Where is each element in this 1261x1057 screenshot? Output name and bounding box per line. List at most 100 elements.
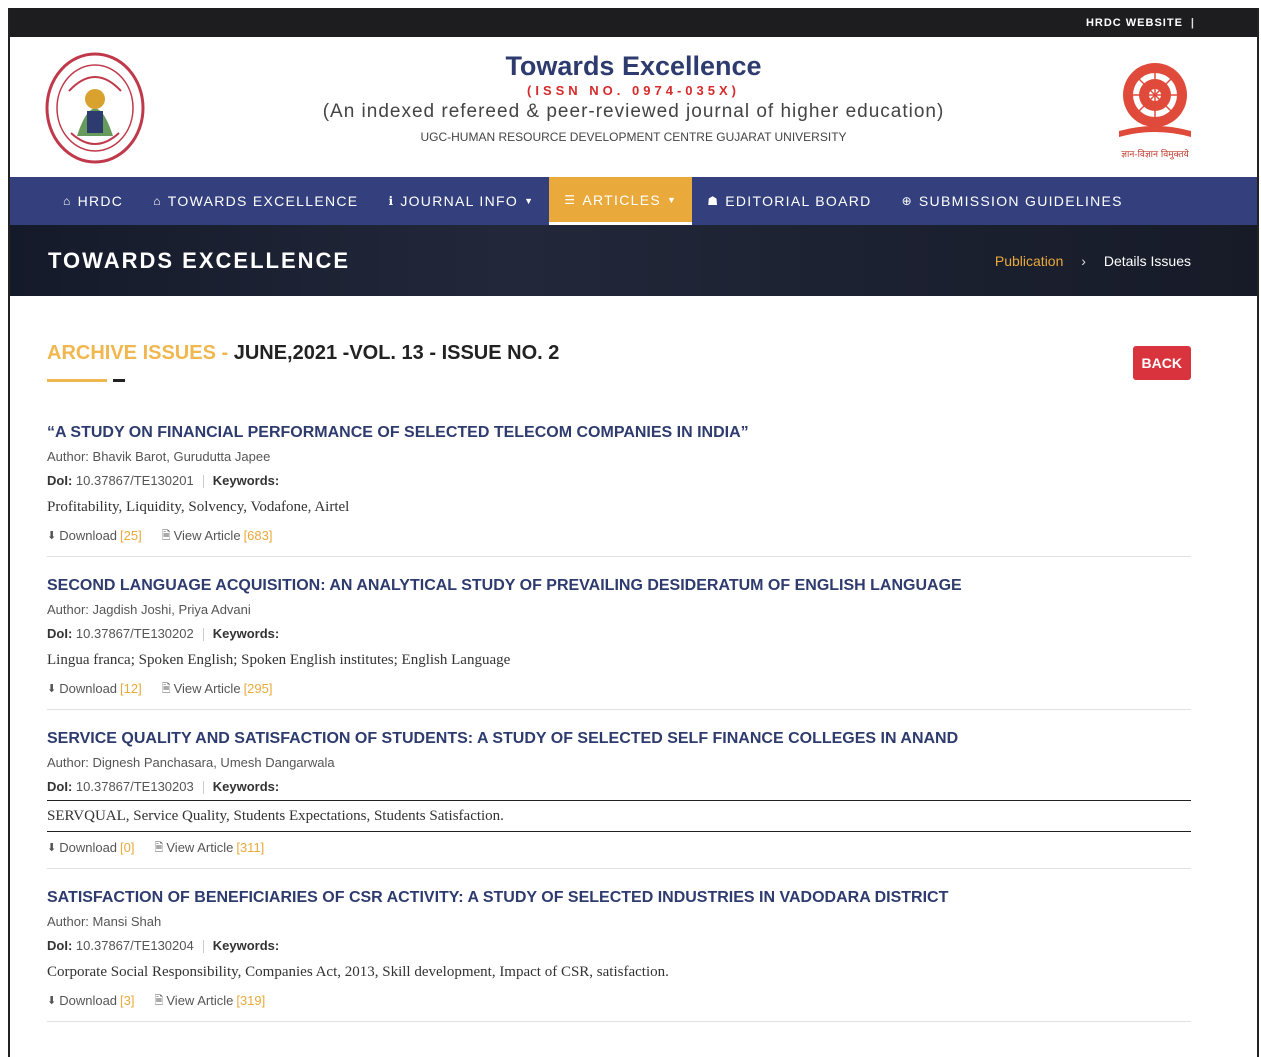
download-count: [3] (120, 993, 135, 1008)
article-author: Author: Jagdish Joshi, Priya Advani (47, 602, 251, 617)
article-doi: DoI: 10.37867/TE130202 Keywords: (47, 623, 1191, 645)
divider (202, 628, 204, 642)
article-doi: DoI: 10.37867/TE130203 Keywords: (47, 776, 1191, 798)
topbar-separator: | (1190, 16, 1195, 29)
download-label: Download (59, 993, 118, 1008)
nav-label: JOURNAL INFO (400, 193, 519, 209)
pdf-file-icon: 🗎 (154, 995, 164, 1007)
ugc-motto: ज्ञान-विज्ञान विमुक्तये (1121, 148, 1189, 160)
article-author: Author: Bhavik Barot, Gurudutta Japee (47, 449, 271, 464)
main-content: ARCHIVE ISSUES - JUNE,2021 -VOL. 13 - IS… (10, 296, 1257, 1022)
ugc-logo[interactable]: ज्ञान-विज्ञान विमुक्तये (1111, 55, 1199, 163)
journal-tagline: (An indexed refereed & peer-reviewed jou… (322, 101, 945, 122)
site-title[interactable]: Towards Excellence (10, 49, 1257, 83)
issn-number: (ISSN NO. 0974-035X) (527, 83, 740, 98)
pdf-file-icon: 🗎 (154, 842, 164, 854)
view-count: [311] (236, 840, 265, 855)
article-keywords: Corporate Social Responsibility, Compani… (47, 964, 669, 980)
lifebuoy-icon: ⊕ (901, 194, 913, 208)
doi-value: 10.37867/TE130202 (75, 626, 194, 641)
doi-label: DoI: (47, 938, 73, 953)
keywords-label: Keywords: (212, 938, 280, 953)
download-label: Download (59, 840, 118, 855)
nav-editorial-board[interactable]: ☗ EDITORIAL BOARD (692, 177, 886, 225)
download-link[interactable]: ⬇ Download [25] (47, 526, 142, 546)
doi-label: DoI: (47, 473, 73, 488)
back-button[interactable]: BACK (1132, 346, 1191, 380)
article-item: SECOND LANGUAGE ACQUISITION: AN ANALYTIC… (47, 575, 1191, 710)
article-doi: DoI: 10.37867/TE130204 Keywords: (47, 935, 1191, 957)
home-icon: ⌂ (153, 194, 162, 208)
archive-header: ARCHIVE ISSUES - JUNE,2021 -VOL. 13 - IS… (47, 342, 1191, 382)
divider (202, 475, 204, 489)
download-icon: ⬇ (47, 683, 57, 695)
home-icon: ⌂ (63, 194, 72, 208)
nav-journal-info[interactable]: ℹ JOURNAL INFO ▼ (373, 177, 549, 225)
article-list: “A STUDY ON FINANCIAL PERFORMANCE OF SEL… (47, 422, 1191, 1022)
nav-articles[interactable]: ☰ ARTICLES ▼ (549, 177, 693, 225)
doi-label: DoI: (47, 626, 73, 641)
main-nav: ⌂ HRDC ⌂ TOWARDS EXCELLENCE ℹ JOURNAL IN… (10, 177, 1257, 225)
hrdc-website-link[interactable]: HRDC WEBSITE (1086, 17, 1183, 29)
article-doi: DoI: 10.37867/TE130201 Keywords: (47, 470, 1191, 492)
article-title[interactable]: SATISFACTION OF BENEFICIARIES OF CSR ACT… (47, 887, 1191, 909)
page-banner: TOWARDS EXCELLENCE Publication › Details… (10, 225, 1257, 296)
view-article-link[interactable]: 🗎 View Article [311] (155, 838, 265, 858)
download-count: [12] (120, 681, 142, 696)
download-label: Download (59, 681, 118, 696)
header-text: Towards Excellence (ISSN NO. 0974-035X) … (10, 49, 1257, 147)
view-article-link[interactable]: 🗎 View Article [295] (162, 679, 273, 699)
article-title[interactable]: “A STUDY ON FINANCIAL PERFORMANCE OF SEL… (47, 422, 1191, 444)
nav-label: EDITORIAL BOARD (725, 193, 872, 209)
divider (202, 781, 204, 795)
archive-label: ARCHIVE ISSUES - (47, 342, 234, 364)
issue-name: JUNE,2021 -VOL. 13 - ISSUE NO. 2 (233, 342, 560, 364)
download-link[interactable]: ⬇ Download [3] (47, 991, 135, 1011)
nav-label: SUBMISSION GUIDELINES (918, 193, 1123, 209)
keywords-label: Keywords: (212, 779, 280, 794)
download-link[interactable]: ⬇ Download [0] (47, 838, 135, 858)
chevron-down-icon: ▼ (524, 196, 535, 206)
view-article-link[interactable]: 🗎 View Article [683] (162, 526, 273, 546)
download-icon: ⬇ (47, 995, 57, 1007)
article-keywords: Profitability, Liquidity, Solvency, Voda… (47, 499, 350, 515)
department-name: UGC-HUMAN RESOURCE DEVELOPMENT CENTRE GU… (420, 130, 847, 144)
view-article-label: View Article (173, 681, 241, 696)
view-count: [319] (236, 993, 266, 1008)
underline-accent (47, 379, 107, 382)
article-item: SATISFACTION OF BENEFICIARIES OF CSR ACT… (47, 887, 1191, 1022)
nav-label: ARTICLES (582, 191, 661, 208)
chevron-down-icon: ▼ (666, 194, 678, 205)
users-icon: ☗ (707, 194, 720, 208)
divider (202, 940, 204, 954)
article-title[interactable]: SECOND LANGUAGE ACQUISITION: AN ANALYTIC… (47, 575, 1191, 597)
view-article-label: View Article (166, 993, 234, 1008)
breadcrumb-publication-link[interactable]: Publication (995, 253, 1064, 269)
download-link[interactable]: ⬇ Download [12] (47, 679, 142, 699)
view-count: [683] (243, 528, 273, 543)
doi-value: 10.37867/TE130203 (75, 779, 194, 794)
underline-dash (113, 379, 125, 382)
doi-value: 10.37867/TE130201 (75, 473, 194, 488)
nav-hrdc[interactable]: ⌂ HRDC (48, 177, 138, 225)
page-frame: HRDC WEBSITE | Towards Excellence (ISSN … (8, 8, 1259, 1057)
article-title[interactable]: SERVICE QUALITY AND SATISFACTION OF STUD… (47, 728, 1191, 750)
view-article-label: View Article (173, 528, 241, 543)
view-article-label: View Article (166, 840, 234, 855)
download-icon: ⬇ (47, 842, 57, 854)
list-icon: ☰ (564, 192, 577, 207)
banner-title: TOWARDS EXCELLENCE (48, 247, 351, 273)
archive-title: ARCHIVE ISSUES - JUNE,2021 -VOL. 13 - IS… (47, 342, 559, 365)
article-keywords: Lingua franca; Spoken English; Spoken En… (47, 652, 511, 668)
nav-submission-guidelines[interactable]: ⊕ SUBMISSION GUIDELINES (887, 177, 1138, 225)
nav-towards-excellence[interactable]: ⌂ TOWARDS EXCELLENCE (138, 177, 373, 225)
pdf-file-icon: 🗎 (161, 530, 171, 542)
view-count: [295] (243, 681, 273, 696)
breadcrumb-current: Details Issues (1103, 252, 1191, 269)
article-author: Author: Dignesh Panchasara, Umesh Dangar… (47, 755, 335, 770)
article-item: “A STUDY ON FINANCIAL PERFORMANCE OF SEL… (47, 422, 1191, 557)
download-count: [25] (120, 528, 142, 543)
article-keywords: SERVQUAL, Service Quality, Students Expe… (47, 800, 1191, 832)
article-actions: ⬇ Download [12] 🗎 View Article [295] (47, 679, 1191, 699)
view-article-link[interactable]: 🗎 View Article [319] (155, 991, 266, 1011)
